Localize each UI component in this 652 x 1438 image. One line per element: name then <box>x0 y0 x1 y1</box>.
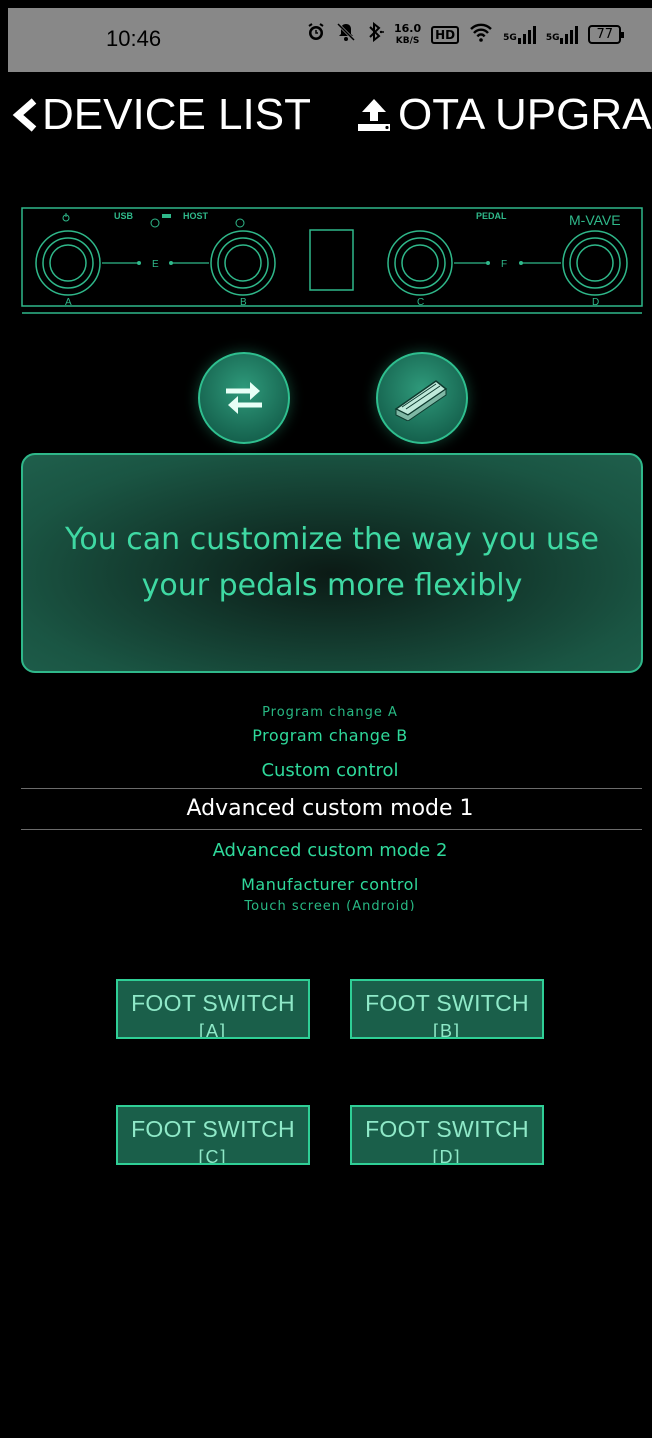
mute-bell-icon <box>336 22 356 47</box>
link-e-left-dot <box>137 261 141 265</box>
wifi-icon <box>469 22 493 47</box>
switch-letter-a: A <box>65 297 72 308</box>
power-icon <box>62 213 70 222</box>
knob-d-icon <box>562 230 628 296</box>
link-letter-e: E <box>152 259 159 270</box>
picker-item[interactable]: Program change B <box>8 726 652 745</box>
brand-label: M-VAVE <box>569 212 621 228</box>
picker-item-selected[interactable]: Advanced custom mode 1 <box>8 796 652 821</box>
foot-switch-d-button[interactable]: FOOT SWITCH [D] <box>350 1105 544 1165</box>
network-speed: 16.0 KB/S <box>394 23 421 47</box>
picker-item[interactable]: Program change A <box>8 705 652 720</box>
swap-arrows-icon <box>226 382 262 414</box>
foot-switch-a-id: [A] <box>198 1021 227 1039</box>
usb-label: USB <box>114 211 134 221</box>
signal-1-label: 5G <box>503 32 517 43</box>
knob-b-icon <box>210 230 276 296</box>
pedal-mode-button[interactable] <box>376 352 468 444</box>
foot-switch-d-title: FOOT SWITCH <box>365 1116 529 1142</box>
network-speed-value: 16.0 <box>394 21 422 35</box>
top-nav: DEVICE LIST OTA UPGRAD <box>8 72 652 152</box>
info-text: You can customize the way you use your p… <box>65 522 599 603</box>
link-f-left-dot <box>486 261 490 265</box>
foot-switch-a-title: FOOT SWITCH <box>131 990 295 1016</box>
led-indicator <box>162 214 171 218</box>
foot-switch-c-button[interactable]: FOOT SWITCH [C] <box>116 1105 310 1165</box>
swap-mode-button[interactable] <box>198 352 290 444</box>
switch-letter-b: B <box>240 297 247 308</box>
link-f-right-dot <box>519 261 523 265</box>
foot-switch-b-title: FOOT SWITCH <box>365 990 529 1016</box>
host-label: HOST <box>183 211 209 221</box>
foot-switch-c-title: FOOT SWITCH <box>131 1116 295 1142</box>
device-diagram: USB HOST PEDAL M-VAVE A B C D E F <box>21 207 643 315</box>
link-e-right-dot <box>169 261 173 265</box>
pedal-label: PEDAL <box>476 211 507 221</box>
foot-switch-c-id: [C] <box>198 1147 228 1165</box>
chevron-left-icon <box>12 98 37 132</box>
network-speed-unit: KB/S <box>395 35 420 46</box>
signal-2-label: 5G <box>545 32 560 43</box>
link-letter-f: F <box>501 259 507 270</box>
foot-switch-a-button[interactable]: FOOT SWITCH [A] <box>116 979 310 1039</box>
picker-item[interactable]: Manufacturer control <box>8 875 652 894</box>
info-panel: You can customize the way you use your p… <box>21 453 643 673</box>
foot-switch-b-id: [B] <box>432 1021 461 1039</box>
switch-letter-d: D <box>592 297 599 308</box>
switch-letter-c: C <box>417 297 424 308</box>
signal-2-icon: 5G <box>545 25 579 44</box>
battery-indicator: 77 <box>588 25 624 44</box>
picker-selection-top-line <box>21 788 642 789</box>
host-port-icon <box>235 218 245 228</box>
status-bar: 10:46 16.0 KB/S HD 5G 5G 77 <box>8 8 652 72</box>
status-time: 10:46 <box>106 26 162 51</box>
back-label: DEVICE LIST <box>42 90 311 139</box>
knob-a-icon <box>35 230 101 296</box>
expression-pedal-icon <box>394 380 448 421</box>
bluetooth-icon <box>366 21 384 47</box>
device-frame <box>21 207 643 307</box>
picker-item[interactable]: Advanced custom mode 2 <box>8 840 652 861</box>
signal-1-icon: 5G <box>503 25 536 44</box>
ota-label: OTA UPGRAD <box>398 90 652 139</box>
device-list-back-button[interactable]: DEVICE LIST <box>10 90 311 140</box>
upload-icon <box>358 99 390 131</box>
alarm-icon <box>306 22 326 47</box>
status-icons: 16.0 KB/S HD 5G 5G 77 <box>306 21 624 47</box>
usb-port-icon <box>150 218 160 228</box>
knob-c-icon <box>387 230 453 296</box>
picker-item[interactable]: Touch screen (Android) <box>8 899 652 911</box>
foot-switch-b-button[interactable]: FOOT SWITCH [B] <box>350 979 544 1039</box>
ota-upgrade-button[interactable]: OTA UPGRAD <box>354 90 652 140</box>
picker-item[interactable]: Custom control <box>8 760 652 781</box>
foot-switch-d-id: [D] <box>432 1147 462 1165</box>
device-screen <box>309 229 354 291</box>
picker-selection-bottom-line <box>21 829 642 830</box>
hd-badge: HD <box>431 25 460 44</box>
